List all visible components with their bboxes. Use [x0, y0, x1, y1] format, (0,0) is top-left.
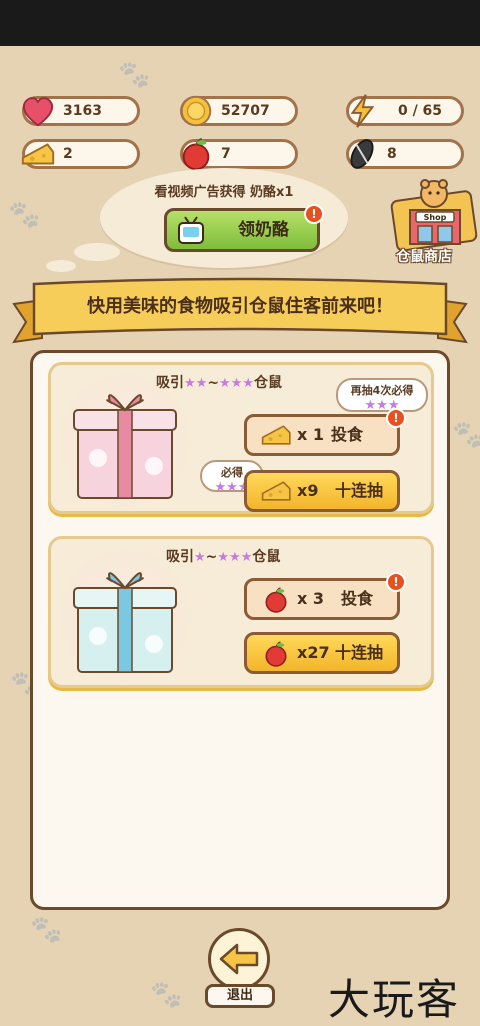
- apple-icon: [182, 137, 210, 171]
- card1-ten-draw-qty: x9: [297, 481, 319, 500]
- card2-ten-draw-button[interactable]: x27 十连抽: [244, 632, 400, 674]
- watermark-text: 大玩客: [328, 975, 461, 1024]
- cheese-icon: [261, 481, 291, 501]
- coins-counter: 52707: [180, 95, 298, 127]
- card1-feed-once-label: 投食: [330, 425, 363, 444]
- lightning-icon: [350, 94, 375, 128]
- sunflower-seed-icon: [350, 139, 374, 169]
- card2-feed-once-label: 投食: [340, 589, 373, 608]
- exit-button[interactable]: [208, 928, 270, 990]
- tv-icon: [178, 216, 204, 244]
- notification-badge: !: [304, 204, 324, 224]
- card1-feed-once-qty: x 1: [297, 425, 325, 444]
- apples-counter: 7: [180, 137, 298, 171]
- coins-value: 52707: [221, 103, 270, 119]
- hearts-value: 3163: [63, 103, 102, 119]
- banner-title: 快用美味的食物吸引仓鼠住客前来吧！: [87, 296, 393, 317]
- card1-stars-high: ★★★: [219, 376, 255, 391]
- apple-icon: [265, 587, 287, 613]
- guarantee-hint-stars: ★★★: [364, 398, 400, 413]
- cheese-value: 2: [63, 146, 73, 162]
- paw-print-icon: 🐾: [452, 420, 480, 450]
- paw-print-icon: 🐾: [150, 980, 183, 1010]
- card1-ten-draw-button[interactable]: x9 十连抽: [244, 470, 400, 512]
- paw-print-icon: 🐾: [30, 915, 63, 945]
- coin-icon: [180, 95, 212, 127]
- back-arrow-icon: [219, 943, 259, 975]
- hamster-shop-label[interactable]: 仓鼠商店: [396, 246, 452, 266]
- apples-value: 7: [221, 146, 231, 162]
- guarantee-hint-text: 再抽4次必得: [350, 384, 414, 397]
- card1-title-suffix: 仓鼠: [254, 375, 283, 391]
- apple-icon: [265, 641, 287, 667]
- notification-badge: !: [386, 572, 406, 592]
- cheese-icon: [261, 425, 291, 445]
- card2-feed-once-button[interactable]: x 3 投食: [244, 578, 400, 620]
- card1-feed-once-button[interactable]: x 1 投食: [244, 414, 400, 456]
- claim-cheese-label: 领奶酪: [238, 220, 289, 240]
- card2-tilde: ~: [205, 549, 218, 565]
- cheese-counter: 2: [21, 139, 140, 169]
- pink-gift-box-icon: [57, 372, 193, 508]
- claim-cheese-button[interactable]: 领奶酪: [164, 208, 320, 252]
- blue-gift-box-icon: [57, 548, 193, 684]
- hearts-counter: 3163: [22, 96, 140, 127]
- energy-value: 0 / 65: [397, 103, 443, 119]
- notification-badge: !: [386, 408, 406, 428]
- heart-icon: [22, 97, 54, 127]
- guarantee-hint-bubble: 再抽4次必得 ★★★: [336, 378, 428, 413]
- card2-stars-high: ★★★: [217, 550, 253, 565]
- energy-counter: 0 / 65: [346, 94, 464, 128]
- exit-label[interactable]: 退出: [205, 984, 275, 1008]
- card1-ten-draw-label: 十连抽: [334, 481, 383, 500]
- card2-title-suffix: 仓鼠: [252, 549, 281, 565]
- card2-feed-once-qty: x 3: [297, 589, 325, 608]
- card2-ten-draw-label: 十连抽: [334, 643, 383, 662]
- seeds-counter: 8: [346, 139, 464, 169]
- thought-bubble-dot: [46, 260, 76, 272]
- paw-print-icon: 🐾: [118, 60, 151, 90]
- card2-ten-draw-qty: x27: [297, 643, 330, 662]
- card1-tilde: ~: [207, 375, 220, 391]
- status-bar: [0, 0, 480, 46]
- seeds-value: 8: [387, 146, 397, 162]
- cheese-icon: [21, 143, 55, 165]
- ad-reward-text: 看视频广告获得 奶酪x1: [154, 185, 294, 200]
- thought-bubble-dot: [74, 243, 120, 261]
- paw-print-icon: 🐾: [8, 200, 41, 230]
- shop-sign-text: Shop: [424, 213, 447, 222]
